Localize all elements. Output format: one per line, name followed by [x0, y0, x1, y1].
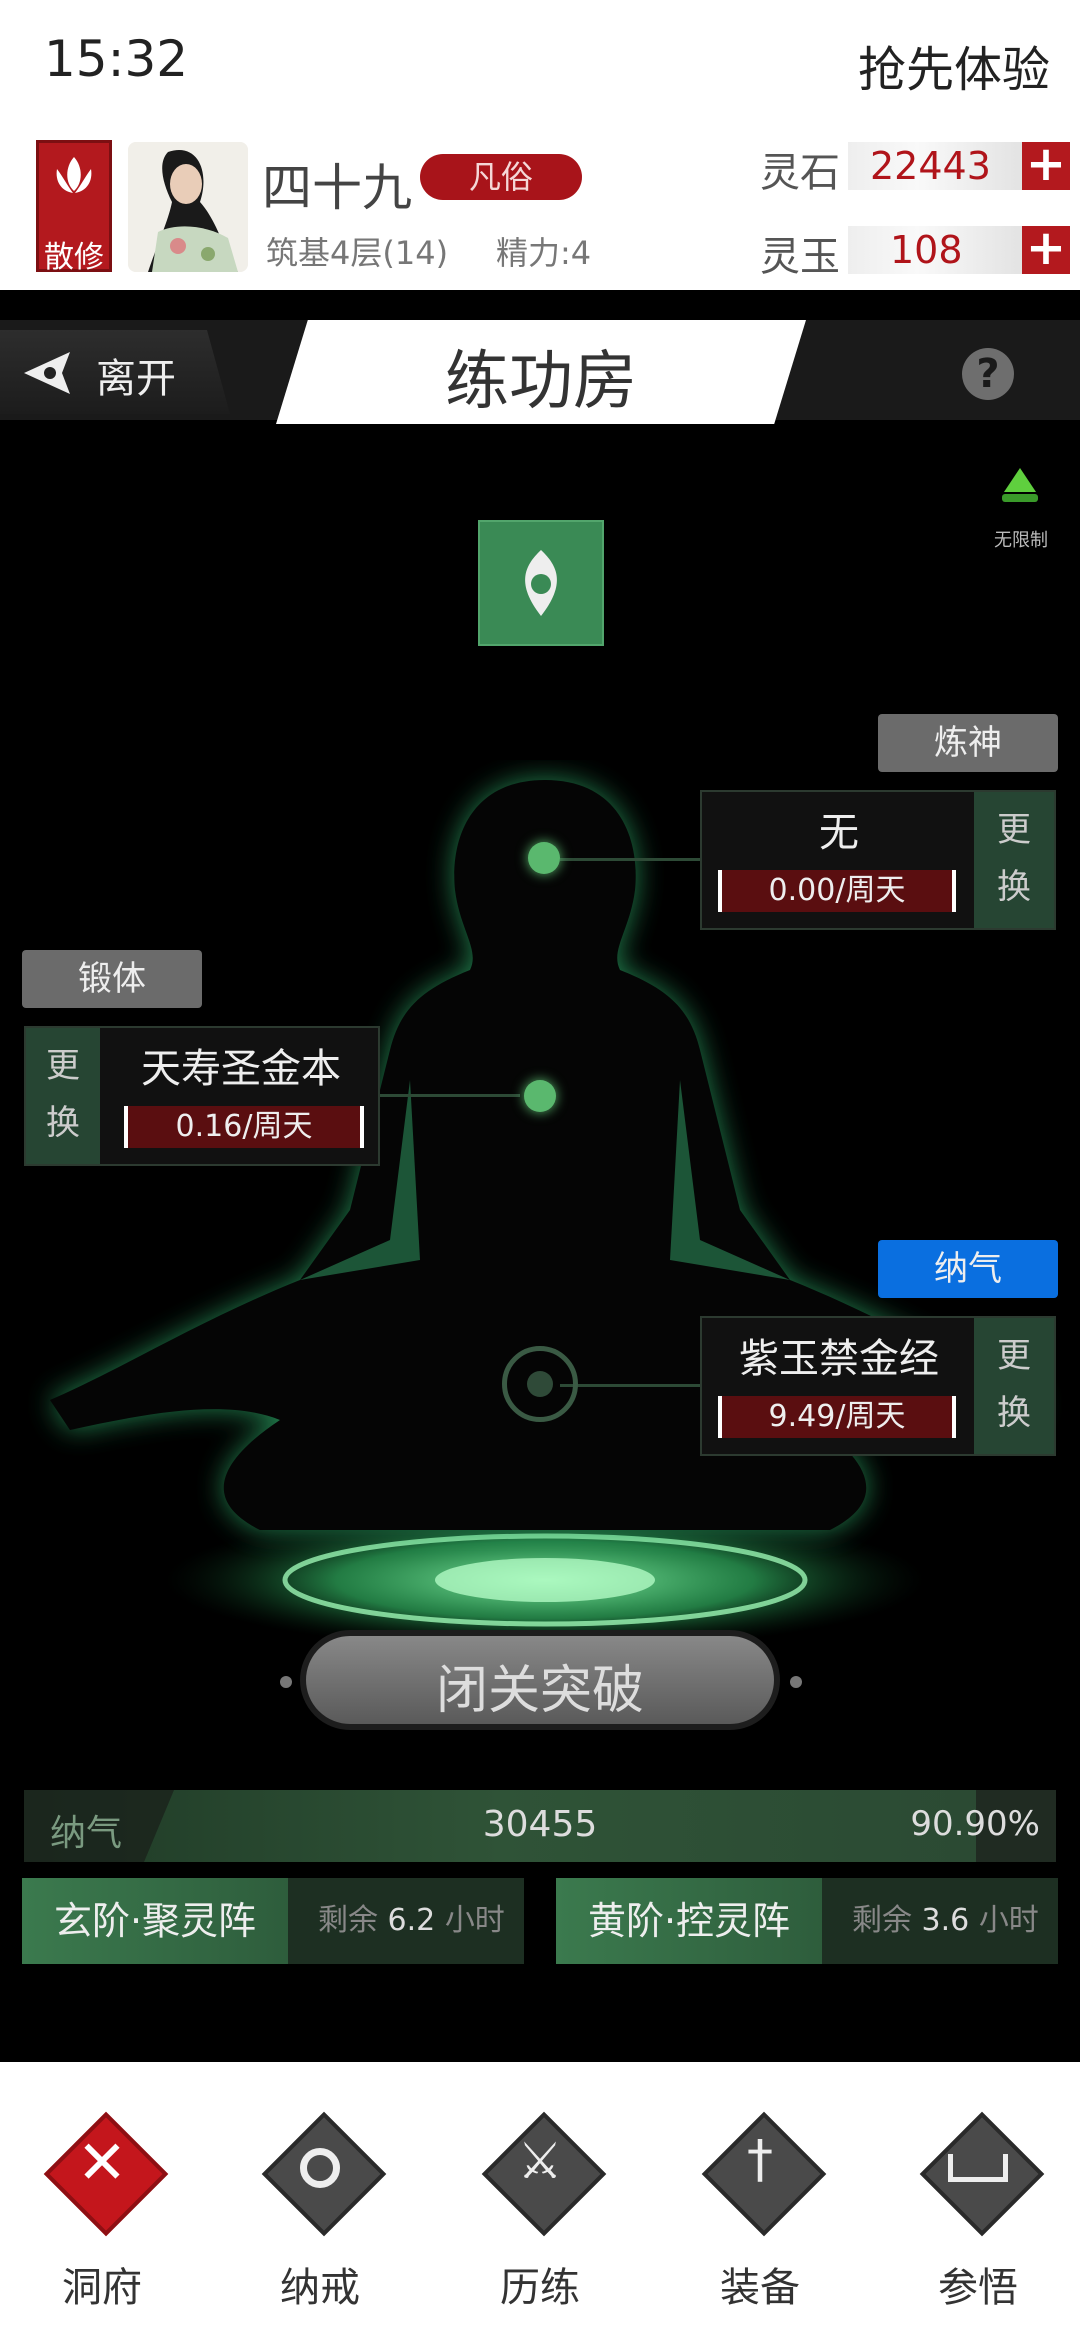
- breakthrough-label: 闭关突破: [435, 1661, 644, 1721]
- nav-label: 纳戒: [280, 2265, 360, 2311]
- body-technique-rate: 0.16/周天: [124, 1106, 364, 1148]
- remaining-prefix: 剩余: [318, 1903, 378, 1938]
- change-char-1: 更: [46, 1046, 80, 1086]
- lotus-icon: [56, 157, 92, 193]
- nav-comprehend[interactable]: 参悟: [898, 2090, 1058, 2330]
- dagger-glyph: †: [747, 2130, 773, 2190]
- nav-label: 洞府: [62, 2265, 142, 2311]
- remaining-unit: 小时: [978, 1903, 1039, 1938]
- spirit-change-button[interactable]: 更 换: [974, 792, 1054, 928]
- qi-connector-line: [560, 1384, 700, 1387]
- formation-remaining: 剩余 3.6 小时: [852, 1878, 1039, 1964]
- early-access-label[interactable]: 抢先体验: [858, 30, 1050, 100]
- change-char-2: 换: [997, 1393, 1031, 1433]
- qi-technique-rate: 9.49/周天: [718, 1396, 956, 1438]
- spirit-acupoint[interactable]: [528, 842, 560, 874]
- rank-badge: 凡俗: [420, 154, 582, 200]
- page-title: 练功房: [445, 345, 637, 419]
- back-arrow-icon: [24, 352, 70, 394]
- leave-label: 离开: [96, 356, 176, 402]
- avatar[interactable]: [128, 142, 248, 272]
- body-acupoint[interactable]: [524, 1080, 556, 1112]
- qi-technique-name: 紫玉禁金经: [739, 1336, 939, 1382]
- remaining-prefix: 剩余: [852, 1903, 912, 1938]
- nav-label: 历练: [500, 2265, 580, 2311]
- nav-storage-ring[interactable]: 纳戒: [240, 2090, 400, 2330]
- change-char-2: 换: [46, 1103, 80, 1143]
- remaining-value: 6.2: [387, 1903, 436, 1938]
- body-change-button[interactable]: 更 换: [26, 1028, 100, 1164]
- swords-glyph: ⚔: [517, 2132, 563, 2190]
- change-char-1: 更: [997, 810, 1031, 850]
- qi-change-button[interactable]: 更 换: [974, 1318, 1054, 1454]
- status-time: 15:32: [44, 30, 189, 88]
- player-name: 四十九: [262, 159, 412, 217]
- realm-level: 筑基4层(14): [266, 234, 449, 272]
- spirit-tag: 炼神: [878, 714, 1058, 772]
- book-glyph: [948, 2154, 1008, 2182]
- qi-percent: 90.90%: [910, 1804, 1040, 1844]
- sect-badge-label: 散修: [44, 240, 104, 275]
- spirit-stone-value: 22443: [870, 144, 991, 188]
- spirit-stone-label: 灵石: [760, 150, 840, 196]
- breakthrough-right-knob: [790, 1676, 802, 1688]
- qi-value: 30455: [482, 1804, 598, 1845]
- change-char-1: 更: [997, 1336, 1031, 1376]
- ring-glyph: [300, 2148, 340, 2188]
- add-spirit-jade-button[interactable]: +: [1022, 224, 1070, 274]
- formation-item[interactable]: 玄阶·聚灵阵 剩余 6.2 小时: [22, 1878, 524, 1964]
- energy-value: 精力:4: [496, 234, 592, 272]
- add-spirit-stone-button[interactable]: +: [1022, 140, 1070, 190]
- unlimited-icon[interactable]: [996, 462, 1044, 510]
- eye-icon: [525, 550, 557, 616]
- breakthrough-left-knob: [280, 1676, 292, 1688]
- body-tag: 锻体: [22, 950, 202, 1008]
- view-toggle-button[interactable]: [478, 520, 604, 646]
- spirit-jade-value: 108: [890, 228, 963, 272]
- help-button[interactable]: ?: [962, 348, 1014, 400]
- body-technique-name: 天寿圣金本: [141, 1046, 341, 1092]
- nav-label: 装备: [720, 2265, 800, 2311]
- nav-cave[interactable]: ✕ 洞府: [22, 2090, 182, 2330]
- qi-acupoint-ring[interactable]: [502, 1346, 578, 1422]
- qi-tag: 纳气: [878, 1240, 1058, 1298]
- formation-item[interactable]: 黄阶·控灵阵 剩余 3.6 小时: [556, 1878, 1058, 1964]
- nav-label: 参悟: [938, 2265, 1018, 2311]
- character-portrait-icon: [128, 142, 248, 272]
- formation-remaining: 剩余 6.2 小时: [318, 1878, 505, 1964]
- body-tag-label: 锻体: [78, 959, 146, 999]
- spirit-technique-name: 无: [819, 810, 859, 856]
- spirit-tag-label: 炼神: [934, 723, 1002, 763]
- nav-adventure[interactable]: ⚔ 历练: [460, 2090, 620, 2330]
- qi-acupoint: [527, 1371, 553, 1397]
- remaining-value: 3.6: [921, 1903, 970, 1938]
- change-char-2: 换: [997, 867, 1031, 907]
- formation-name: 玄阶·聚灵阵: [22, 1878, 288, 1964]
- cross-glyph: ✕: [76, 2128, 128, 2198]
- remaining-unit: 小时: [444, 1903, 505, 1938]
- spirit-technique-rate: 0.00/周天: [718, 870, 956, 912]
- nav-equipment[interactable]: † 装备: [680, 2090, 840, 2330]
- formation-name: 黄阶·控灵阵: [556, 1878, 822, 1964]
- unlimited-label: 无限制: [994, 530, 1048, 551]
- qi-label: 纳气: [50, 1813, 123, 1854]
- qi-tag-label: 纳气: [934, 1249, 1002, 1289]
- spirit-jade-label: 灵玉: [760, 234, 840, 280]
